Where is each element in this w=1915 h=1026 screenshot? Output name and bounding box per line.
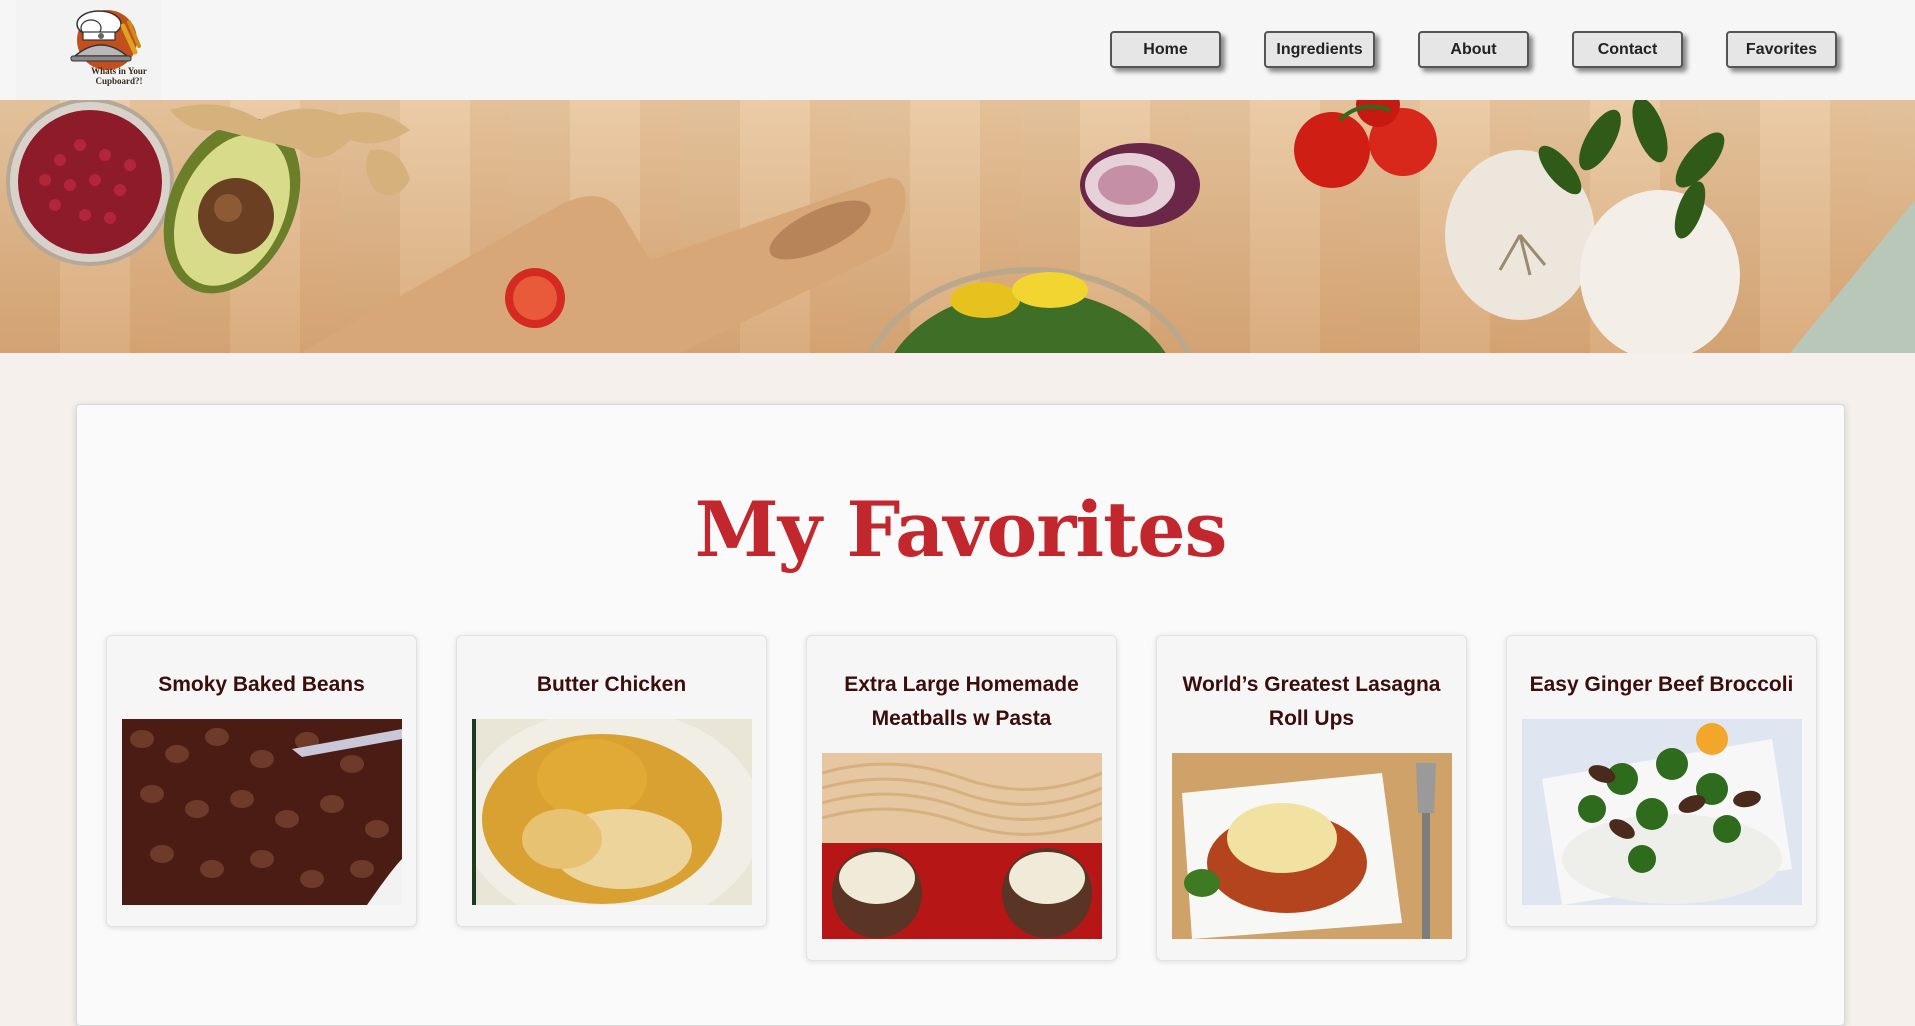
recipe-card-meatballs-pasta[interactable]: Extra Large Homemade Meatballs w Pasta <box>806 635 1117 961</box>
recipe-title: Smoky Baked Beans <box>158 673 365 696</box>
favorites-panel: My Favorites Smoky Baked Beans Butter Ch <box>76 404 1845 1026</box>
recipe-card-smoky-baked-beans[interactable]: Smoky Baked Beans <box>106 635 417 927</box>
nav-about-button[interactable]: About <box>1418 31 1529 68</box>
recipe-title: Butter Chicken <box>536 673 687 696</box>
recipe-title: Easy Ginger Beef Broccoli <box>1529 673 1794 696</box>
kitchen-ingredients-illustration <box>6 100 1915 353</box>
hero-banner-image <box>0 100 1915 353</box>
nav-home-button[interactable]: Home <box>1110 31 1221 68</box>
recipe-image-meatballs-pasta[interactable] <box>822 753 1102 939</box>
recipe-card-ginger-beef-broccoli[interactable]: Easy Ginger Beef Broccoli <box>1506 635 1817 927</box>
recipe-card-butter-chicken[interactable]: Butter Chicken <box>456 635 767 927</box>
top-navigation-bar: Whats in Your Cupboard?! Home Ingredient… <box>0 0 1915 100</box>
page-title: My Favorites <box>694 485 1228 574</box>
recipe-image-butter-chicken[interactable] <box>472 719 752 905</box>
nav-contact-button[interactable]: Contact <box>1572 31 1683 68</box>
site-logo[interactable]: Whats in Your Cupboard?! <box>16 0 161 100</box>
logo-caption: Whats in Your Cupboard?! <box>91 66 147 86</box>
recipe-image-smoky-baked-beans[interactable] <box>122 719 402 905</box>
recipe-title: World’s Greatest Lasagna Roll Ups <box>1182 673 1441 730</box>
nav-favorites-button[interactable]: Favorites <box>1726 31 1837 68</box>
nav-ingredients-button[interactable]: Ingredients <box>1264 31 1375 68</box>
recipe-image-lasagna-roll-ups[interactable] <box>1172 753 1452 939</box>
recipe-card-lasagna-roll-ups[interactable]: World’s Greatest Lasagna Roll Ups <box>1156 635 1467 961</box>
recipe-title: Extra Large Homemade Meatballs w Pasta <box>844 673 1079 730</box>
recipe-image-ginger-beef-broccoli[interactable] <box>1522 719 1802 905</box>
